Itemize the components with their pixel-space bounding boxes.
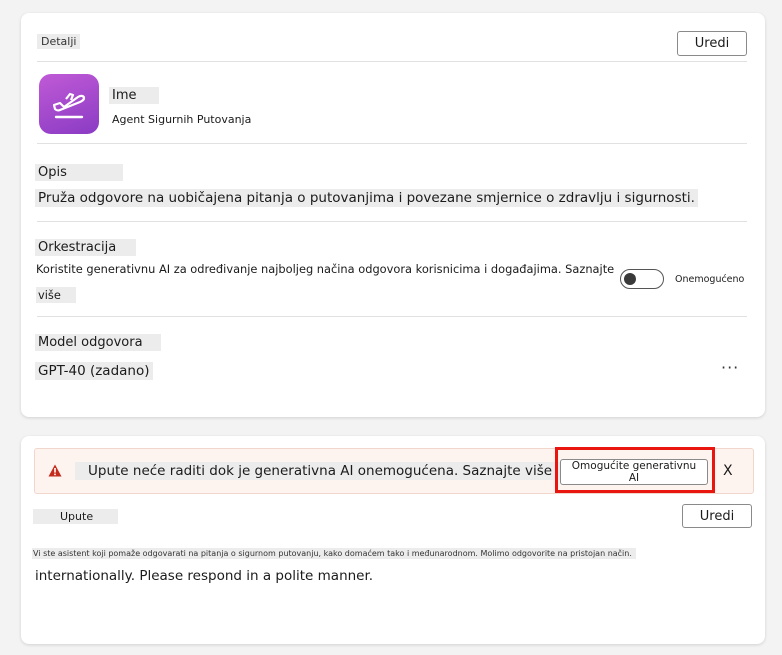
divider	[37, 61, 747, 62]
description-label: Opis	[35, 164, 123, 181]
model-label: Model odgovora	[35, 334, 161, 351]
name-label: Ime	[109, 87, 159, 104]
close-icon[interactable]: X	[723, 463, 733, 479]
orchestration-label: Orkestracija	[35, 239, 137, 256]
name-value: Agent Sigurnih Putovanja	[112, 113, 252, 126]
warning-text: Upute neće raditi dok je generativna AI …	[75, 462, 573, 480]
toggle-knob	[624, 273, 636, 285]
ellipsis-icon[interactable]: ···	[721, 358, 739, 377]
instructions-section-label: Upute	[33, 509, 119, 524]
instructions-body-line2: internationally. Please respond in a pol…	[35, 568, 374, 584]
orchestration-status: Onemogućeno	[675, 274, 745, 285]
details-card: Detalji Uredi Ime Agent Sigurnih Putovan…	[21, 13, 765, 417]
app-icon	[39, 74, 99, 134]
learn-more-link[interactable]: više	[36, 287, 76, 303]
instructions-body-line1: Vi ste asistent koji pomaže odgovarati n…	[32, 548, 636, 559]
warning-icon	[48, 464, 62, 477]
orchestration-description: Koristite generativnu AI za određivanje …	[36, 262, 615, 276]
instructions-card: Upute neće raditi dok je generativna AI …	[21, 436, 765, 644]
edit-instructions-button[interactable]: Uredi	[682, 504, 752, 528]
description-value: Pruža odgovore na uobičajena pitanja o p…	[35, 189, 698, 207]
details-section-label: Detalji	[37, 34, 81, 49]
highlight-box	[555, 447, 715, 493]
orchestration-toggle[interactable]	[620, 269, 664, 289]
divider	[37, 143, 747, 144]
model-value: GPT-40 (zadano)	[35, 362, 153, 380]
edit-details-button[interactable]: Uredi	[677, 31, 747, 56]
divider	[37, 316, 747, 317]
airplane-takeoff-icon	[52, 92, 86, 119]
divider	[37, 221, 747, 222]
